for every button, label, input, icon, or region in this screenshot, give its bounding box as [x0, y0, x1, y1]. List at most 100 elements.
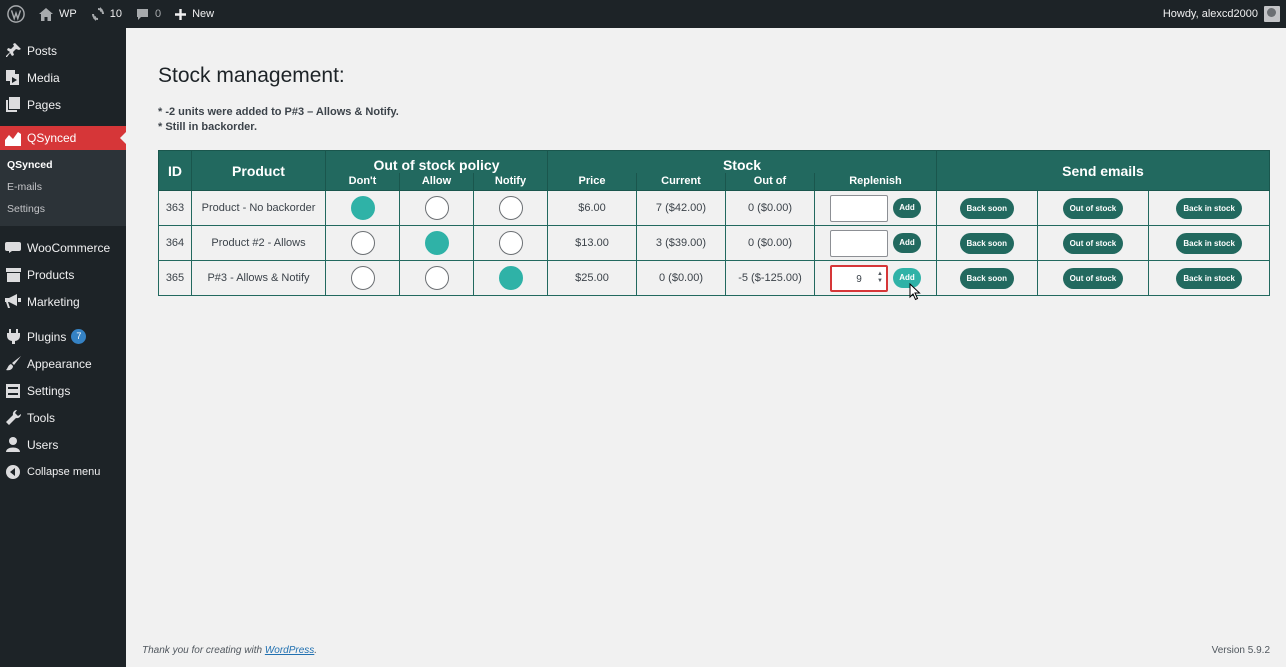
- back-soon-button[interactable]: Back soon: [959, 197, 1014, 219]
- back-soon-button[interactable]: Back soon: [959, 232, 1014, 254]
- howdy-text: Howdy, alexcd2000: [1162, 8, 1258, 20]
- cell-product: Product #2 - Allows: [191, 225, 326, 261]
- sidebar-item-users[interactable]: Users: [0, 431, 126, 458]
- col-header-emails: Send emails: [936, 150, 1270, 191]
- col-header-dont: Don't: [325, 172, 400, 191]
- mouse-cursor-icon: [909, 283, 921, 301]
- sidebar-item-label: Marketing: [27, 294, 80, 309]
- sidebar-item-pages[interactable]: Pages: [0, 91, 126, 118]
- back-in-stock-button[interactable]: Back in stock: [1176, 267, 1242, 289]
- sidebar-item-label: Tools: [27, 410, 56, 425]
- out-of-stock-button[interactable]: Out of stock: [1062, 197, 1124, 219]
- sidebar-item-qsynced[interactable]: QSynced: [0, 126, 126, 150]
- replenish-qty-input[interactable]: 9 ▲ ▼: [829, 264, 888, 292]
- cell-price: $6.00: [547, 190, 637, 226]
- add-button[interactable]: Add: [893, 233, 922, 253]
- home-icon: [39, 7, 53, 21]
- footer-thanks-suffix: .: [314, 645, 318, 656]
- collapse-icon: [5, 464, 21, 480]
- footer-thanks: Thank you for creating with WordPress.: [142, 645, 317, 656]
- collapse-menu-button[interactable]: Collapse menu: [0, 458, 126, 485]
- policy-radio-notify[interactable]: [498, 196, 523, 220]
- col-header-product: Product: [191, 150, 326, 191]
- sidebar-item-products[interactable]: Products: [0, 261, 126, 288]
- back-in-stock-button[interactable]: Back in stock: [1176, 197, 1242, 219]
- updates-link[interactable]: 10: [84, 0, 129, 28]
- policy-radio-allow[interactable]: [424, 231, 449, 255]
- policy-radio-notify[interactable]: [498, 231, 523, 255]
- new-label: New: [192, 8, 215, 20]
- col-header-stock: Stock: [547, 150, 937, 173]
- replenish-qty-input[interactable]: [829, 194, 888, 222]
- footer-version: Version 5.9.2: [1211, 645, 1270, 656]
- col-header-current: Current: [636, 172, 726, 191]
- sidebar-item-label: Plugins: [27, 329, 67, 344]
- avatar: [1264, 6, 1280, 22]
- policy-radio-dont[interactable]: [350, 196, 375, 220]
- plus-icon: [175, 8, 187, 20]
- col-header-allow: Allow: [399, 172, 474, 191]
- out-of-stock-button[interactable]: Out of stock: [1062, 267, 1124, 289]
- back-in-stock-button[interactable]: Back in stock: [1176, 232, 1242, 254]
- sidebar-item-woocommerce[interactable]: WooCommerce: [0, 234, 126, 261]
- user-icon: [5, 437, 21, 453]
- col-header-notify: Notify: [473, 172, 548, 191]
- site-name-link[interactable]: WP: [32, 0, 84, 28]
- sidebar-item-media[interactable]: Media: [0, 64, 126, 91]
- col-header-price: Price: [547, 172, 637, 191]
- wrench-icon: [5, 410, 21, 426]
- plugin-icon: [5, 329, 21, 345]
- my-account[interactable]: Howdy, alexcd2000: [1163, 6, 1286, 22]
- policy-radio-allow[interactable]: [424, 196, 449, 220]
- replenish-qty-input[interactable]: [829, 229, 888, 257]
- sidebar-item-label: Pages: [27, 97, 62, 112]
- table-row: 363 Product - No backorder $6.00 7 ($42.…: [158, 190, 1270, 226]
- policy-radio-dont[interactable]: [350, 231, 375, 255]
- sidebar-item-label: Products: [27, 267, 75, 282]
- cell-out-of: -5 ($-125.00): [725, 260, 815, 296]
- policy-radio-dont[interactable]: [350, 266, 375, 290]
- settings-icon: [5, 383, 21, 399]
- plugins-update-badge: 7: [71, 329, 87, 344]
- spinner-arrows-icon[interactable]: ▲ ▼: [877, 271, 883, 285]
- sidebar-item-label: Collapse menu: [27, 465, 101, 478]
- back-soon-button[interactable]: Back soon: [959, 267, 1014, 289]
- sidebar-item-label: Posts: [27, 43, 58, 58]
- submenu-item-qsynced[interactable]: QSynced: [0, 154, 126, 176]
- sidebar-item-appearance[interactable]: Appearance: [0, 350, 126, 377]
- sidebar-item-tools[interactable]: Tools: [0, 404, 126, 431]
- policy-radio-allow[interactable]: [424, 266, 449, 290]
- sidebar-item-plugins[interactable]: Plugins 7: [0, 323, 126, 350]
- cell-out-of: 0 ($0.00): [725, 190, 815, 226]
- pin-icon: [5, 43, 21, 59]
- wordpress-link[interactable]: WordPress: [265, 645, 314, 656]
- qsynced-submenu: QSynced E-mails Settings: [0, 150, 126, 226]
- new-content-link[interactable]: New: [168, 0, 221, 28]
- footer-thanks-prefix: Thank you for creating with: [142, 645, 265, 656]
- pages-icon: [5, 97, 21, 113]
- col-header-out-of: Out of: [725, 172, 815, 191]
- sidebar-item-label: Settings: [27, 383, 71, 398]
- cell-product: P#3 - Allows & Notify: [191, 260, 326, 296]
- col-header-replenish: Replenish: [814, 172, 937, 191]
- cell-price: $25.00: [547, 260, 637, 296]
- col-header-policy: Out of stock policy: [325, 150, 548, 173]
- sidebar-item-label: Appearance: [27, 356, 92, 371]
- sidebar-item-posts[interactable]: Posts: [0, 37, 126, 64]
- notice-line: * -2 units were added to P#3 – Allows & …: [158, 106, 399, 118]
- cell-current: 0 ($0.00): [636, 260, 726, 296]
- sidebar-item-marketing[interactable]: Marketing: [0, 288, 126, 315]
- chart-icon: [5, 130, 21, 146]
- add-button[interactable]: Add: [893, 198, 922, 218]
- page-title: Stock management:: [158, 64, 345, 87]
- submenu-item-emails[interactable]: E-mails: [0, 176, 126, 198]
- cell-current: 7 ($42.00): [636, 190, 726, 226]
- policy-radio-notify[interactable]: [498, 266, 523, 290]
- col-header-id: ID: [158, 150, 192, 191]
- comments-link[interactable]: 0: [129, 0, 168, 28]
- cell-id: 363: [158, 190, 192, 226]
- sidebar-item-settings[interactable]: Settings: [0, 377, 126, 404]
- wordpress-logo-icon[interactable]: [0, 0, 32, 28]
- out-of-stock-button[interactable]: Out of stock: [1062, 232, 1124, 254]
- submenu-item-settings[interactable]: Settings: [0, 198, 126, 220]
